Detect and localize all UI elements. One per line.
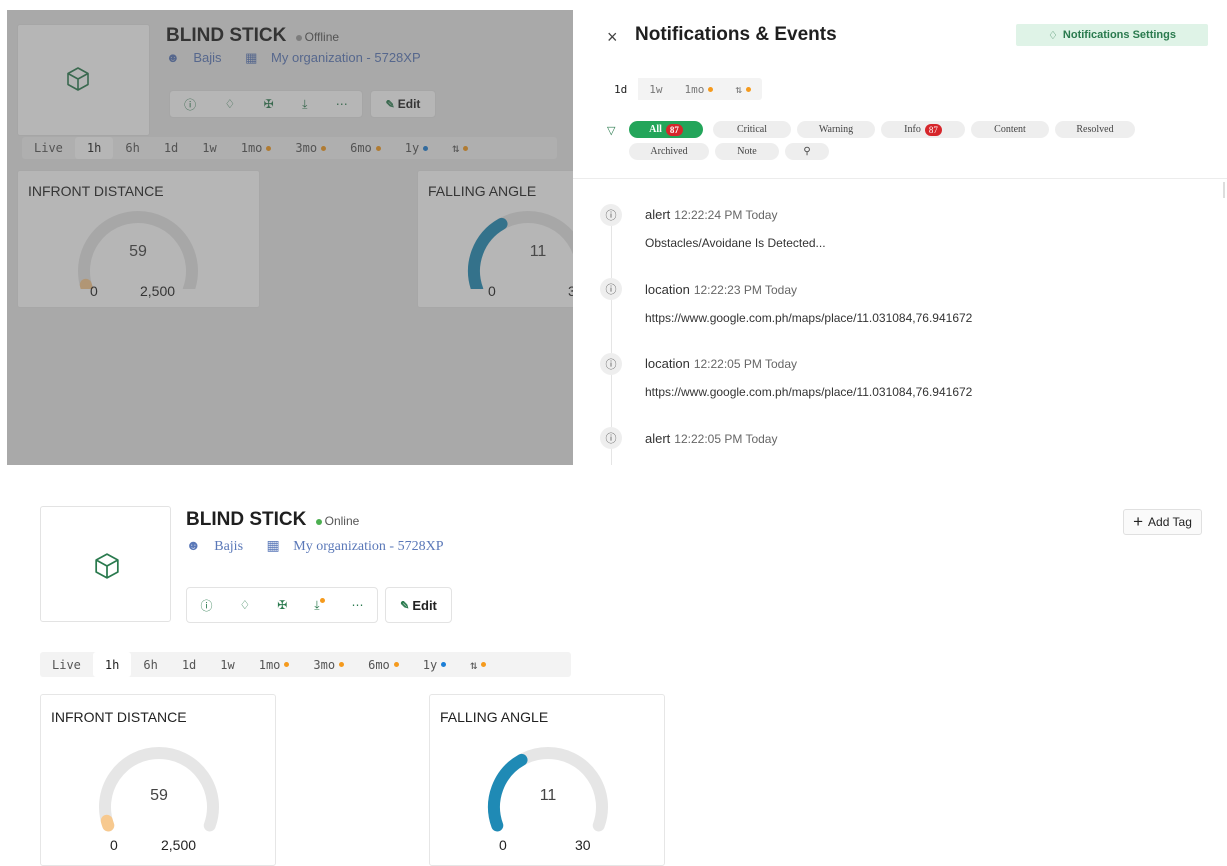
top-screenshot: BLIND STICK Offline ☻ Bajis ▦ My organiz… — [7, 10, 1227, 465]
range-1h[interactable]: 1h — [92, 652, 132, 677]
gauge-min: 0 — [499, 837, 507, 853]
filter-all[interactable]: All 87 — [629, 121, 703, 138]
gauge-max: 30 — [575, 837, 591, 853]
status-dot — [315, 518, 322, 525]
range-1w[interactable]: 1w — [208, 652, 246, 677]
search-icon[interactable]: ⚲ — [785, 143, 829, 160]
event-header: location 12:22:23 PM Today — [645, 282, 797, 297]
n-range-1w[interactable]: 1w — [638, 78, 673, 100]
device-dashboard: BLIND STICK Online ☻ Bajis ▦ My organiza… — [0, 466, 1227, 866]
device-name: BLIND STICK — [186, 509, 307, 530]
user-icon: ☻ — [186, 539, 201, 554]
more-icon[interactable]: ⋯ — [352, 598, 364, 612]
event-body-link[interactable]: https://www.google.com.ph/maps/place/11.… — [645, 311, 972, 325]
filter-note[interactable]: Note — [715, 143, 779, 160]
cube-icon — [95, 553, 119, 579]
filter-critical[interactable]: Critical — [713, 121, 791, 138]
range-6h[interactable]: 6h — [131, 652, 169, 677]
divider — [573, 178, 1227, 179]
range-3mo[interactable]: 3mo — [301, 652, 356, 677]
gauge-fill — [488, 753, 528, 832]
status-label: Online — [324, 514, 360, 528]
time-range-bar: Live 1h 6h 1d 1w 1mo 3mo 6mo 1y ⇅ — [40, 652, 571, 677]
widget-infront-distance: INFRONT DISTANCE 59 0 2,500 — [40, 694, 276, 866]
device-image-card — [40, 506, 171, 622]
notifications-settings-button[interactable]: ♢ Notifications Settings — [1016, 24, 1208, 46]
filter-resolved[interactable]: Resolved — [1055, 121, 1135, 138]
info-icon[interactable]: ⓘ — [200, 597, 212, 614]
dimmed-dashboard: BLIND STICK Offline ☻ Bajis ▦ My organiz… — [7, 10, 573, 465]
plus-icon: + — [1133, 512, 1144, 531]
filter-info[interactable]: Info 87 — [881, 121, 965, 138]
event-body: Obstacles/Avoidane Is Detected... — [645, 236, 826, 250]
close-icon[interactable]: × — [607, 27, 618, 48]
organization-link[interactable]: ▦ My organization - 5728XP — [267, 539, 454, 554]
range-1y[interactable]: 1y — [411, 652, 458, 677]
range-live[interactable]: Live — [40, 652, 93, 677]
notifications-time-range: 1d 1w 1mo ⇅ — [603, 78, 762, 100]
range-6mo[interactable]: 6mo — [356, 652, 411, 677]
range-1d[interactable]: 1d — [170, 652, 208, 677]
gauge-fill — [100, 814, 115, 832]
info-icon: ⓘ — [600, 353, 622, 375]
widget-title: FALLING ANGLE — [440, 709, 549, 725]
gauge-min: 0 — [110, 837, 118, 853]
filter-icon[interactable]: ▽ — [607, 124, 615, 137]
info-icon: ⓘ — [600, 427, 622, 449]
edit-icon: ✎ — [400, 599, 410, 612]
notifications-title: Notifications & Events — [635, 24, 837, 45]
device-actions: ⓘ ♢ ✠ ⤓ ⋯ — [186, 587, 378, 623]
n-range-custom-icon[interactable]: ⇅ — [724, 78, 762, 100]
n-range-1d[interactable]: 1d — [603, 78, 639, 100]
info-count-badge: 87 — [924, 123, 942, 136]
edit-button[interactable]: ✎ Edit — [385, 587, 452, 623]
gauge-max: 2,500 — [161, 837, 197, 853]
widget-falling-angle: FALLING ANGLE 11 0 30 — [429, 694, 665, 866]
filter-content[interactable]: Content — [971, 121, 1049, 138]
wrench-icon[interactable]: ✠ — [277, 598, 287, 612]
event-header: alert 12:22:24 PM Today — [645, 207, 778, 222]
info-icon: ⓘ — [600, 278, 622, 300]
gauge-value: 59 — [150, 787, 168, 804]
scrollbar[interactable] — [1223, 182, 1225, 198]
bell-icon[interactable]: ♢ — [239, 598, 250, 612]
filter-archived[interactable]: Archived — [629, 143, 709, 160]
notifications-panel: × Notifications & Events ♢ Notifications … — [573, 10, 1227, 465]
event-header: alert 12:22:05 PM Today — [645, 431, 778, 446]
gauge-infront-distance — [99, 747, 219, 832]
device-title: BLIND STICK Online — [186, 509, 359, 531]
gauge-falling-angle — [488, 747, 608, 832]
range-custom-icon[interactable]: ⇅ — [458, 652, 498, 677]
widget-title: INFRONT DISTANCE — [51, 709, 187, 725]
n-range-1mo[interactable]: 1mo — [674, 78, 725, 100]
add-tag-button[interactable]: + Add Tag — [1123, 509, 1202, 535]
download-icon[interactable]: ⤓ — [314, 597, 325, 613]
range-1mo[interactable]: 1mo — [247, 652, 302, 677]
device-status: Online — [315, 514, 360, 528]
event-body-link[interactable]: https://www.google.com.ph/maps/place/11.… — [645, 385, 972, 399]
owner-link[interactable]: ☻ Bajis — [186, 539, 253, 554]
dim-overlay[interactable] — [7, 10, 573, 465]
all-count-badge: 87 — [665, 123, 683, 136]
event-header: location 12:22:05 PM Today — [645, 356, 797, 371]
device-meta: ☻ Bajis ▦ My organization - 5728XP — [186, 538, 463, 555]
building-icon: ▦ — [266, 539, 280, 554]
bell-icon: ♢ — [1048, 29, 1058, 42]
gauge-value: 11 — [539, 787, 557, 804]
info-icon: ⓘ — [600, 204, 622, 226]
filter-warning[interactable]: Warning — [797, 121, 875, 138]
